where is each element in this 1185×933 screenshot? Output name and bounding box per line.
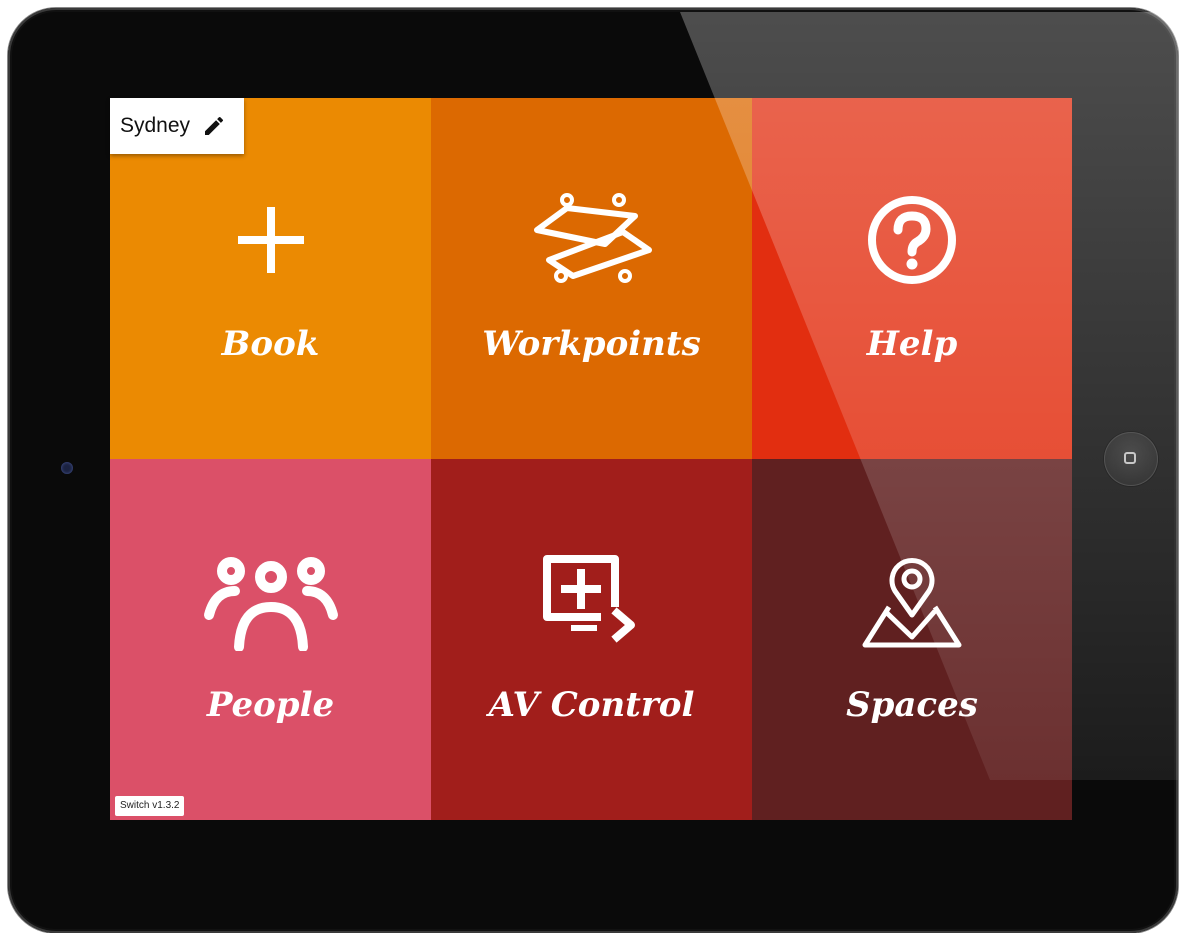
tile-people[interactable]: People [110, 459, 431, 820]
tile-workpoints[interactable]: Workpoints [431, 98, 752, 459]
home-button[interactable] [1104, 432, 1158, 486]
tile-label: Workpoints [482, 324, 701, 364]
tile-av-control[interactable]: AV Control [431, 459, 752, 820]
version-label: Switch v1.3.2 [115, 796, 185, 816]
tile-label: Book [221, 324, 320, 364]
people-group-icon [201, 551, 341, 651]
plus-icon [201, 190, 341, 290]
tile-help[interactable]: Help [752, 98, 1072, 459]
tile-label: AV Control [488, 685, 695, 725]
tile-label: Spaces [846, 685, 978, 725]
tile-label: Help [866, 324, 958, 364]
camera-icon [61, 462, 73, 474]
tile-label: People [206, 685, 335, 725]
tile-spaces[interactable]: Spaces [752, 459, 1072, 820]
app-screen: Book Workpoints Help People AV Control S… [110, 98, 1072, 820]
screen-add-icon [522, 551, 662, 651]
pencil-icon[interactable] [202, 114, 226, 138]
question-circle-icon [842, 190, 982, 290]
map-pin-icon [842, 551, 982, 651]
location-selector[interactable]: Sydney [110, 98, 244, 154]
location-name: Sydney [120, 114, 191, 137]
desks-icon [522, 190, 662, 290]
